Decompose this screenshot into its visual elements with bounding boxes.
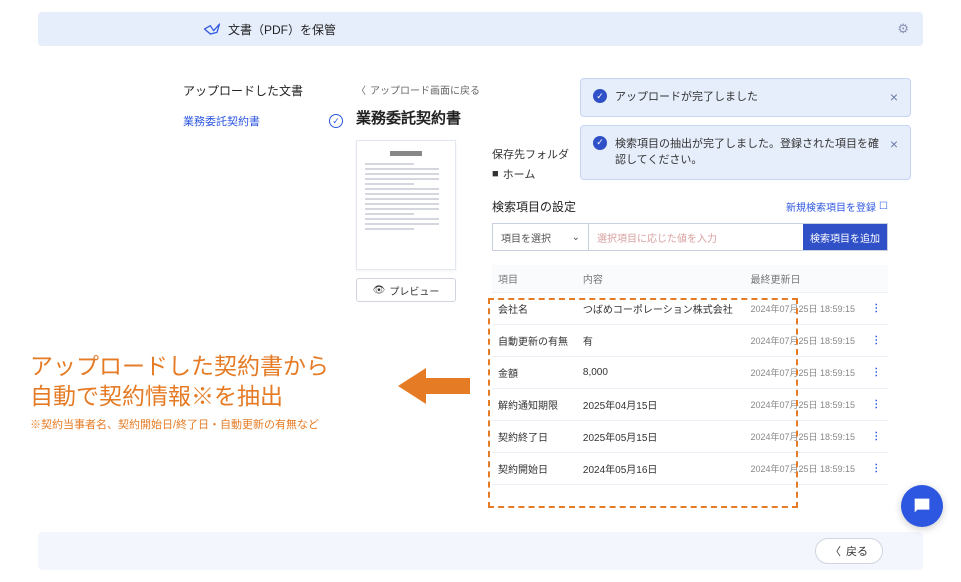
- preview-button[interactable]: 👁 プレビュー: [356, 278, 456, 302]
- bird-logo-icon: [202, 19, 222, 39]
- back-link-label: アップロード画面に戻る: [370, 82, 480, 97]
- cell-name: 解約通知期限: [492, 389, 577, 421]
- table-row: 契約開始日2024年05月16日2024年07月25日 18:59:15 ⋮: [492, 453, 888, 485]
- add-item-row: 項目を選択 ⌄ 選択項目に応じた値を入力 検索項目を追加: [492, 223, 888, 251]
- caption-line1b: 自動で契約情報※を抽出: [30, 382, 460, 412]
- chevron-left-icon: 〈: [356, 82, 366, 97]
- cell-updated: 2024年07月25日 18:59:15: [744, 453, 865, 485]
- doc-list-item-label: 業務委託契約書: [183, 113, 260, 129]
- cell-name: 自動更新の有無: [492, 325, 577, 357]
- row-menu-icon[interactable]: ⋮: [871, 367, 881, 378]
- cell-value: 2025年04月15日: [577, 389, 745, 421]
- cell-name: 契約終了日: [492, 421, 577, 453]
- cell-updated: 2024年07月25日 18:59:15: [744, 293, 865, 325]
- doc-list: アップロードした文書 業務委託契約書 ✓: [183, 82, 343, 133]
- chat-icon: [911, 495, 933, 517]
- row-menu-icon[interactable]: ⋮: [871, 463, 881, 474]
- item-value-input[interactable]: 選択項目に応じた値を入力: [589, 224, 803, 250]
- row-menu-icon[interactable]: ⋮: [871, 335, 881, 346]
- doc-thumbnail[interactable]: [356, 140, 456, 270]
- col-updated: 最終更新日: [744, 265, 865, 293]
- preview-button-label: プレビュー: [389, 283, 439, 298]
- folder-value: ■ ホーム: [492, 166, 888, 182]
- page-title: 文書（PDF）を保管: [228, 21, 336, 38]
- cell-value: 2025年05月15日: [577, 421, 745, 453]
- brand: 文書（PDF）を保管: [202, 19, 336, 39]
- add-item-button-label: 検索項目を追加: [810, 230, 880, 245]
- gear-icon[interactable]: ⚙: [897, 21, 909, 37]
- back-button[interactable]: 〈 戻る: [815, 538, 883, 564]
- footer: 〈 戻る: [38, 532, 923, 570]
- doc-title: 業務委託契約書: [356, 107, 491, 128]
- register-link[interactable]: 新規検索項目を登録 ☐: [786, 199, 888, 214]
- doc-list-heading: アップロードした文書: [183, 82, 343, 99]
- cell-updated: 2024年07月25日 18:59:15: [744, 421, 865, 453]
- col-value: 内容: [577, 265, 745, 293]
- items-table: 項目 内容 最終更新日 会社名つばめコーポレーション株式会社2024年07月25…: [492, 265, 888, 485]
- caption-line1a: アップロードした契約書から: [30, 352, 460, 382]
- doc-list-item[interactable]: 業務委託契約書 ✓: [183, 109, 343, 133]
- chevron-left-icon: 〈: [830, 543, 841, 559]
- cell-name: 会社名: [492, 293, 577, 325]
- col-name: 項目: [492, 265, 577, 293]
- section-heading: 検索項目の設定: [492, 198, 576, 215]
- table-row: 会社名つばめコーポレーション株式会社2024年07月25日 18:59:15 ⋮: [492, 293, 888, 325]
- add-item-button[interactable]: 検索項目を追加: [803, 224, 887, 250]
- cell-value: つばめコーポレーション株式会社: [577, 293, 745, 325]
- cell-value: 有: [577, 325, 745, 357]
- row-menu-icon[interactable]: ⋮: [871, 303, 881, 314]
- item-select-label: 項目を選択: [501, 230, 551, 245]
- main: アップロードした文書 業務委託契約書 ✓ 〈 アップロード画面に戻る 業務委託契…: [38, 56, 923, 526]
- external-link-icon: ☐: [879, 201, 888, 212]
- row-menu-icon[interactable]: ⋮: [871, 431, 881, 442]
- cell-updated: 2024年07月25日 18:59:15: [744, 325, 865, 357]
- eye-icon: 👁: [373, 285, 386, 296]
- folder-icon: ■: [492, 168, 499, 180]
- cell-updated: 2024年07月25日 18:59:15: [744, 389, 865, 421]
- check-icon: ✓: [329, 114, 343, 128]
- caption: アップロードした契約書から 自動で契約情報※を抽出 ※契約当事者名、契約開始日/…: [30, 352, 460, 432]
- item-input-placeholder: 選択項目に応じた値を入力: [597, 230, 717, 245]
- cell-name: 金額: [492, 357, 577, 389]
- doc-preview-panel: 〈 アップロード画面に戻る 業務委託契約書 👁 プレビュー: [356, 82, 491, 302]
- table-row: 金額8,0002024年07月25日 18:59:15 ⋮: [492, 357, 888, 389]
- row-menu-icon[interactable]: ⋮: [871, 399, 881, 410]
- folder-label: 保存先フォルダ: [492, 146, 888, 162]
- form-panel: 保存先フォルダ ■ ホーム 検索項目の設定 新規検索項目を登録 ☐ 項目を選択 …: [492, 146, 888, 485]
- back-button-label: 戻る: [846, 543, 868, 559]
- cell-name: 契約開始日: [492, 453, 577, 485]
- cell-value: 8,000: [577, 357, 745, 389]
- chat-button[interactable]: [901, 485, 943, 527]
- table-row: 自動更新の有無有2024年07月25日 18:59:15 ⋮: [492, 325, 888, 357]
- back-to-upload-link[interactable]: 〈 アップロード画面に戻る: [356, 82, 491, 97]
- chevron-down-icon: ⌄: [572, 232, 580, 243]
- caption-line2: ※契約当事者名、契約開始日/終了日・自動更新の有無など: [30, 416, 460, 432]
- table-row: 解約通知期限2025年04月15日2024年07月25日 18:59:15 ⋮: [492, 389, 888, 421]
- topbar: 文書（PDF）を保管 ⚙: [38, 12, 923, 46]
- table-row: 契約終了日2025年05月15日2024年07月25日 18:59:15 ⋮: [492, 421, 888, 453]
- cell-value: 2024年05月16日: [577, 453, 745, 485]
- cell-updated: 2024年07月25日 18:59:15: [744, 357, 865, 389]
- item-select[interactable]: 項目を選択 ⌄: [493, 224, 589, 250]
